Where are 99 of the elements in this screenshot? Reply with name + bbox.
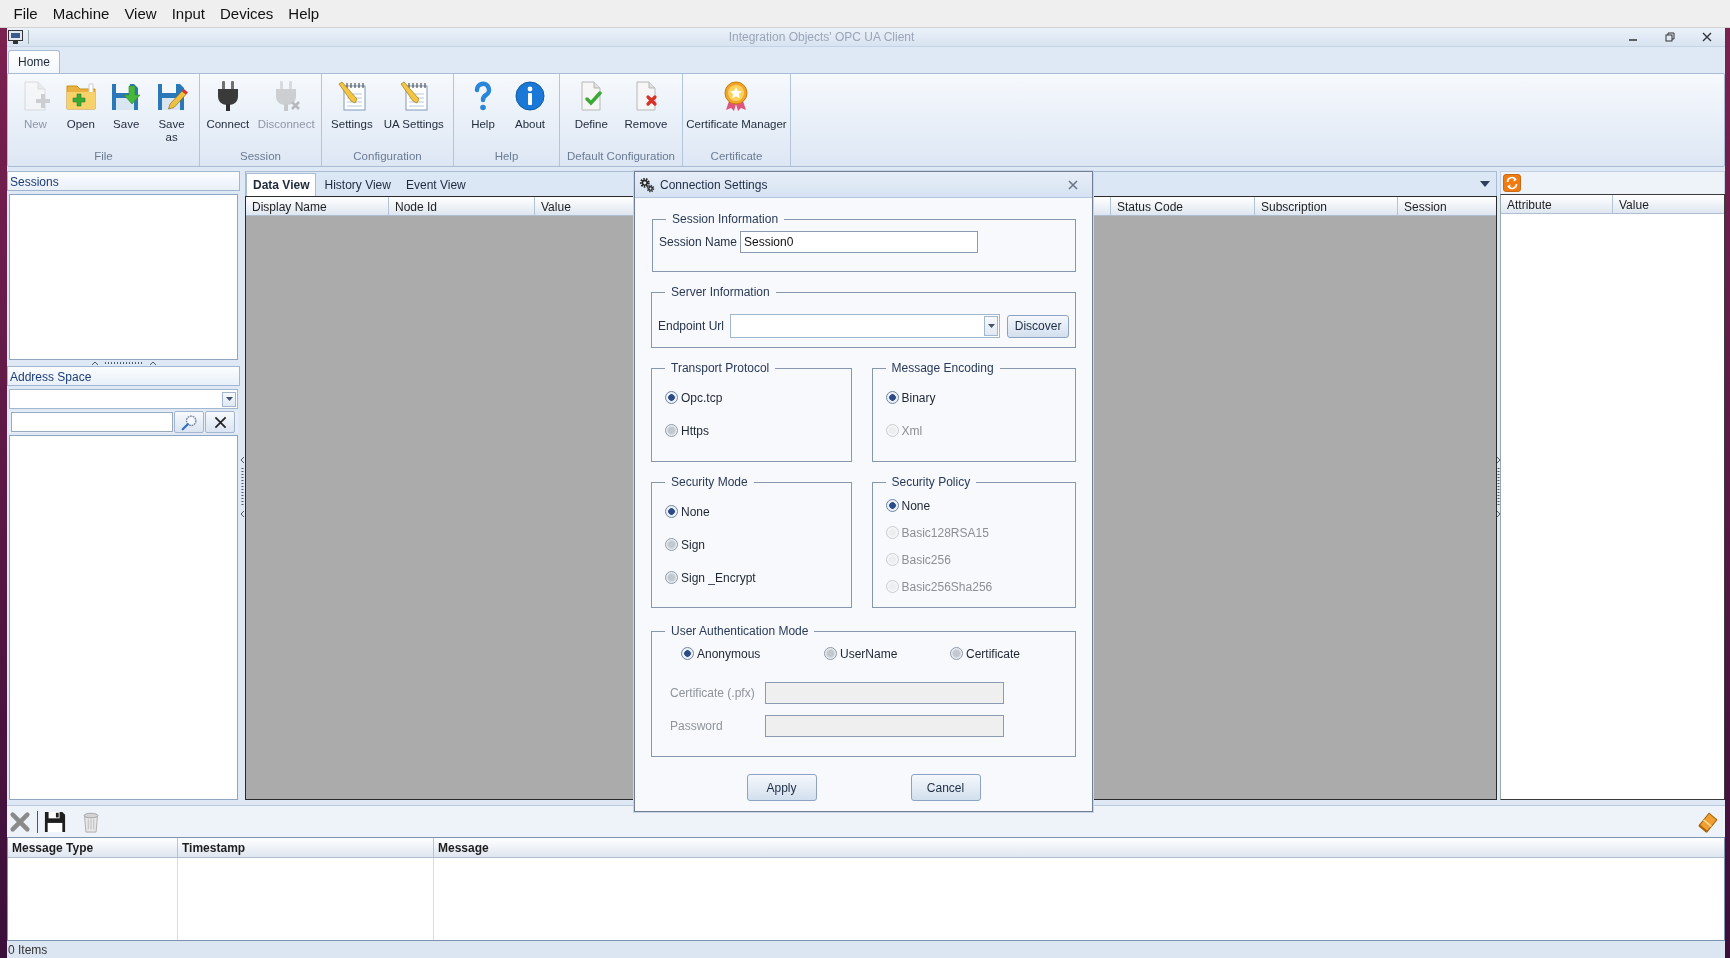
splitter-grip-icon[interactable] — [90, 360, 157, 366]
ribbon-button[interactable]: Define — [572, 78, 610, 131]
refresh-icon[interactable] — [1503, 174, 1521, 192]
column-header[interactable]: Subscription — [1255, 197, 1398, 215]
caret-icon — [987, 324, 995, 328]
dropdown-button[interactable] — [984, 316, 999, 336]
text-field[interactable]: Session0 — [740, 231, 978, 253]
discover-button[interactable]: Discover — [1007, 314, 1069, 338]
radio-button[interactable] — [681, 647, 694, 660]
radio-button[interactable] — [665, 571, 678, 584]
column-header[interactable]: Timestamp — [178, 838, 434, 857]
group-title: Message Encoding — [890, 361, 995, 375]
ribbon-group-label: Help — [493, 150, 520, 164]
splitter-grip-icon[interactable] — [240, 456, 245, 518]
search-icon — [180, 413, 198, 431]
column-header[interactable]: Display Name — [246, 197, 389, 215]
eraser-icon[interactable] — [1697, 810, 1719, 833]
window-title: Integration Objects' OPC UA Client — [727, 30, 916, 44]
group-title: Security Mode — [670, 475, 749, 489]
ribbon-group-label: File — [93, 150, 114, 164]
menu-item[interactable]: View — [116, 5, 165, 22]
ribbon-group-label: Certificate — [709, 150, 764, 164]
column-header[interactable]: Attribute — [1501, 195, 1613, 213]
radio-button[interactable] — [665, 424, 678, 437]
radio-label: Binary — [901, 390, 936, 405]
menu-item[interactable]: Input — [164, 5, 213, 22]
view-tab[interactable]: Data View — [246, 173, 317, 196]
delete-icon[interactable] — [9, 810, 31, 833]
group-title: Server Information — [670, 285, 771, 299]
dialog-button[interactable]: Cancel — [910, 774, 981, 801]
gears-icon — [639, 176, 655, 193]
menu-item[interactable]: Devices — [212, 5, 281, 22]
menu-item[interactable]: Machine — [45, 5, 117, 22]
status-text: 0 Items — [8, 943, 48, 957]
ribbon-button[interactable]: Certificate Manager — [684, 78, 789, 131]
ribbon-button[interactable]: Remove — [622, 78, 670, 131]
column-header[interactable]: Status Code — [1111, 197, 1255, 215]
caret-icon — [225, 397, 233, 401]
radio-label: Basic128RSA15 — [901, 525, 989, 540]
dropdown-button[interactable] — [222, 391, 236, 407]
radio-button[interactable] — [665, 538, 678, 551]
radio-button[interactable] — [824, 647, 837, 660]
ribbon-button[interactable]: Help — [465, 78, 501, 131]
ribbon-tab[interactable]: Home — [8, 50, 60, 73]
search-button[interactable] — [174, 411, 204, 433]
column-header[interactable]: Node Id — [389, 197, 535, 215]
view-tab[interactable]: History View — [317, 173, 398, 196]
radio-label: Anonymous — [697, 646, 761, 661]
radio-button[interactable] — [885, 391, 899, 404]
view-tab[interactable]: Event View — [398, 173, 473, 196]
radio-button[interactable] — [950, 647, 963, 660]
radio-label: None — [681, 504, 710, 519]
group-title: Session Information — [671, 212, 780, 226]
panel-header: Sessions — [7, 171, 240, 191]
column-header[interactable]: Message Type — [8, 838, 178, 857]
radio-label: Certificate — [966, 646, 1021, 661]
clear-button[interactable] — [205, 411, 235, 433]
dialog-title: Connection Settings — [660, 177, 769, 192]
radio-label: Sign _Encrypt — [681, 570, 756, 585]
group-title: Security Policy — [890, 475, 972, 489]
group-title: Transport Protocol — [670, 361, 771, 375]
radio-label: Basic256 — [901, 552, 951, 567]
caret-icon[interactable] — [1480, 181, 1490, 187]
radio-label: Sign — [681, 537, 706, 552]
ribbon-button[interactable]: Connect — [204, 78, 252, 131]
field-label: Password — [670, 719, 724, 733]
radio-button[interactable] — [665, 391, 678, 404]
radio-label: None — [901, 498, 931, 513]
ribbon-button[interactable]: Open — [62, 78, 99, 131]
ribbon-group-label: Default Configuration — [565, 150, 676, 164]
ribbon-group-label: Session — [239, 150, 282, 164]
field-label: Certificate (.pfx) — [670, 686, 756, 700]
radio-button[interactable] — [885, 499, 899, 512]
menu-item[interactable]: Help — [280, 5, 327, 22]
search-field[interactable] — [11, 412, 173, 432]
radio-label: Https — [681, 423, 709, 438]
radio-label: Xml — [901, 423, 923, 438]
ribbon-button[interactable]: About — [512, 78, 548, 131]
radio-label: UserName — [840, 646, 898, 661]
radio-button[interactable] — [665, 505, 678, 518]
ribbon-button[interactable]: Settings — [329, 78, 375, 131]
column-header[interactable]: Session — [1398, 197, 1496, 215]
group-title: User Authentication Mode — [670, 624, 810, 638]
radio-label: Opc.tcp — [681, 390, 723, 405]
field-label: Session Name — [659, 235, 739, 249]
info-icon — [514, 80, 546, 112]
column-header[interactable]: Message — [434, 838, 1724, 857]
ribbon-button[interactable]: UA Settings — [381, 78, 446, 131]
ribbon-button[interactable]: Save — [108, 78, 145, 131]
dialog-button[interactable]: Apply — [746, 774, 817, 801]
menu-item[interactable]: File — [6, 5, 46, 22]
folder-plus-icon — [64, 80, 97, 112]
monitor-icon[interactable] — [8, 30, 23, 44]
column-header[interactable]: Value — [1613, 195, 1724, 213]
ribbon-group-label: Configuration — [352, 150, 423, 164]
radio-label: Basic256Sha256 — [901, 579, 993, 594]
field-label: Endpoint Url — [658, 319, 726, 333]
ribbon-button[interactable]: Save as — [153, 78, 190, 144]
panel-header: Address Space — [7, 366, 240, 386]
